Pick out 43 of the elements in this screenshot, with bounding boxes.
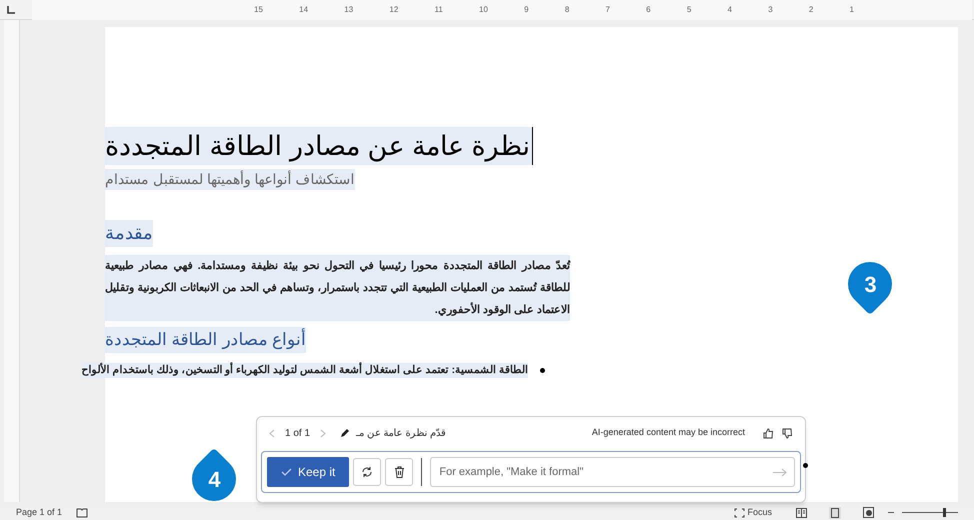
focus-button[interactable]: Focus (734, 506, 772, 520)
focus-icon (734, 508, 746, 518)
document-subtitle: استكشاف أنواعها وأهميتها لمستقبل مستدام (105, 169, 355, 190)
pager-count: 1 of 1 (285, 426, 310, 440)
ruler-number: 13 (344, 4, 354, 16)
ruler-number: 5 (686, 4, 692, 16)
thumbs-down-icon[interactable] (782, 428, 793, 438)
keep-it-button[interactable]: Keep it (267, 457, 350, 487)
document-title: نظرة عامة عن مصادر الطاقة المتجددة (105, 127, 533, 165)
book-icon[interactable] (76, 508, 88, 518)
thumbs-up-icon[interactable] (763, 428, 774, 438)
ruler-number: 1 (850, 4, 854, 16)
ruler-number: 10 (479, 4, 488, 16)
prompt-input-field[interactable]: For example, "Make it formal" (430, 457, 795, 487)
bullet-text: الطاقة الشمسية: تعتمد على استغلال أشعة الشمس لتوليد الكهرباء أو التسخين، وذلك باستخدام الألواح (82, 362, 528, 378)
ruler-number: 9 (524, 4, 529, 16)
web-layout-icon[interactable] (863, 507, 874, 518)
ruler-number: 3 (768, 4, 773, 16)
regenerate-button[interactable] (353, 458, 382, 486)
ruler-number: 8 (564, 4, 570, 16)
trash-icon (394, 466, 405, 478)
disclaimer-text: AI-generated content may be incorrect (592, 426, 745, 440)
checkmark-icon (281, 468, 292, 476)
zoom-slider-thumb[interactable] (942, 508, 946, 517)
prompt-text: قدّم نظرة عامة عن مـ (356, 426, 446, 440)
section-heading: أنواع مصادر الطاقة المتجددة (105, 327, 306, 352)
section-heading: مقدمة (105, 220, 153, 247)
ruler-number: 12 (389, 4, 398, 16)
tab-stop-icon[interactable] (7, 6, 15, 14)
print-layout-icon[interactable] (829, 506, 841, 518)
body-paragraph: تُعدّ مصادر الطاقة المتجددة محورا رئيسيا في التحول نحو بيئة نظيفة ومستدامة. فهي مصادر طبيعية للطاقة تُستمد من العمليات الطبيعية التي تتجدد باستمرار، وتساهم في الحد من الانبعاثات الكربونية وتقليل الاعتماد على الوقود الأحفوري. (105, 255, 570, 321)
page-count[interactable]: Page 1 of 1 (16, 506, 62, 520)
refresh-icon (361, 466, 374, 478)
pencil-icon (340, 428, 350, 438)
ruler-number: 7 (606, 4, 610, 16)
ruler-number: 14 (299, 4, 308, 16)
ruler-number: 2 (808, 4, 814, 16)
ruler-number: 15 (254, 4, 263, 16)
ruler-number: 4 (728, 4, 732, 16)
ruler-number: 11 (434, 4, 443, 16)
ruler-number: 6 (646, 4, 651, 16)
read-mode-icon[interactable] (796, 508, 807, 518)
delete-button[interactable] (385, 458, 414, 486)
